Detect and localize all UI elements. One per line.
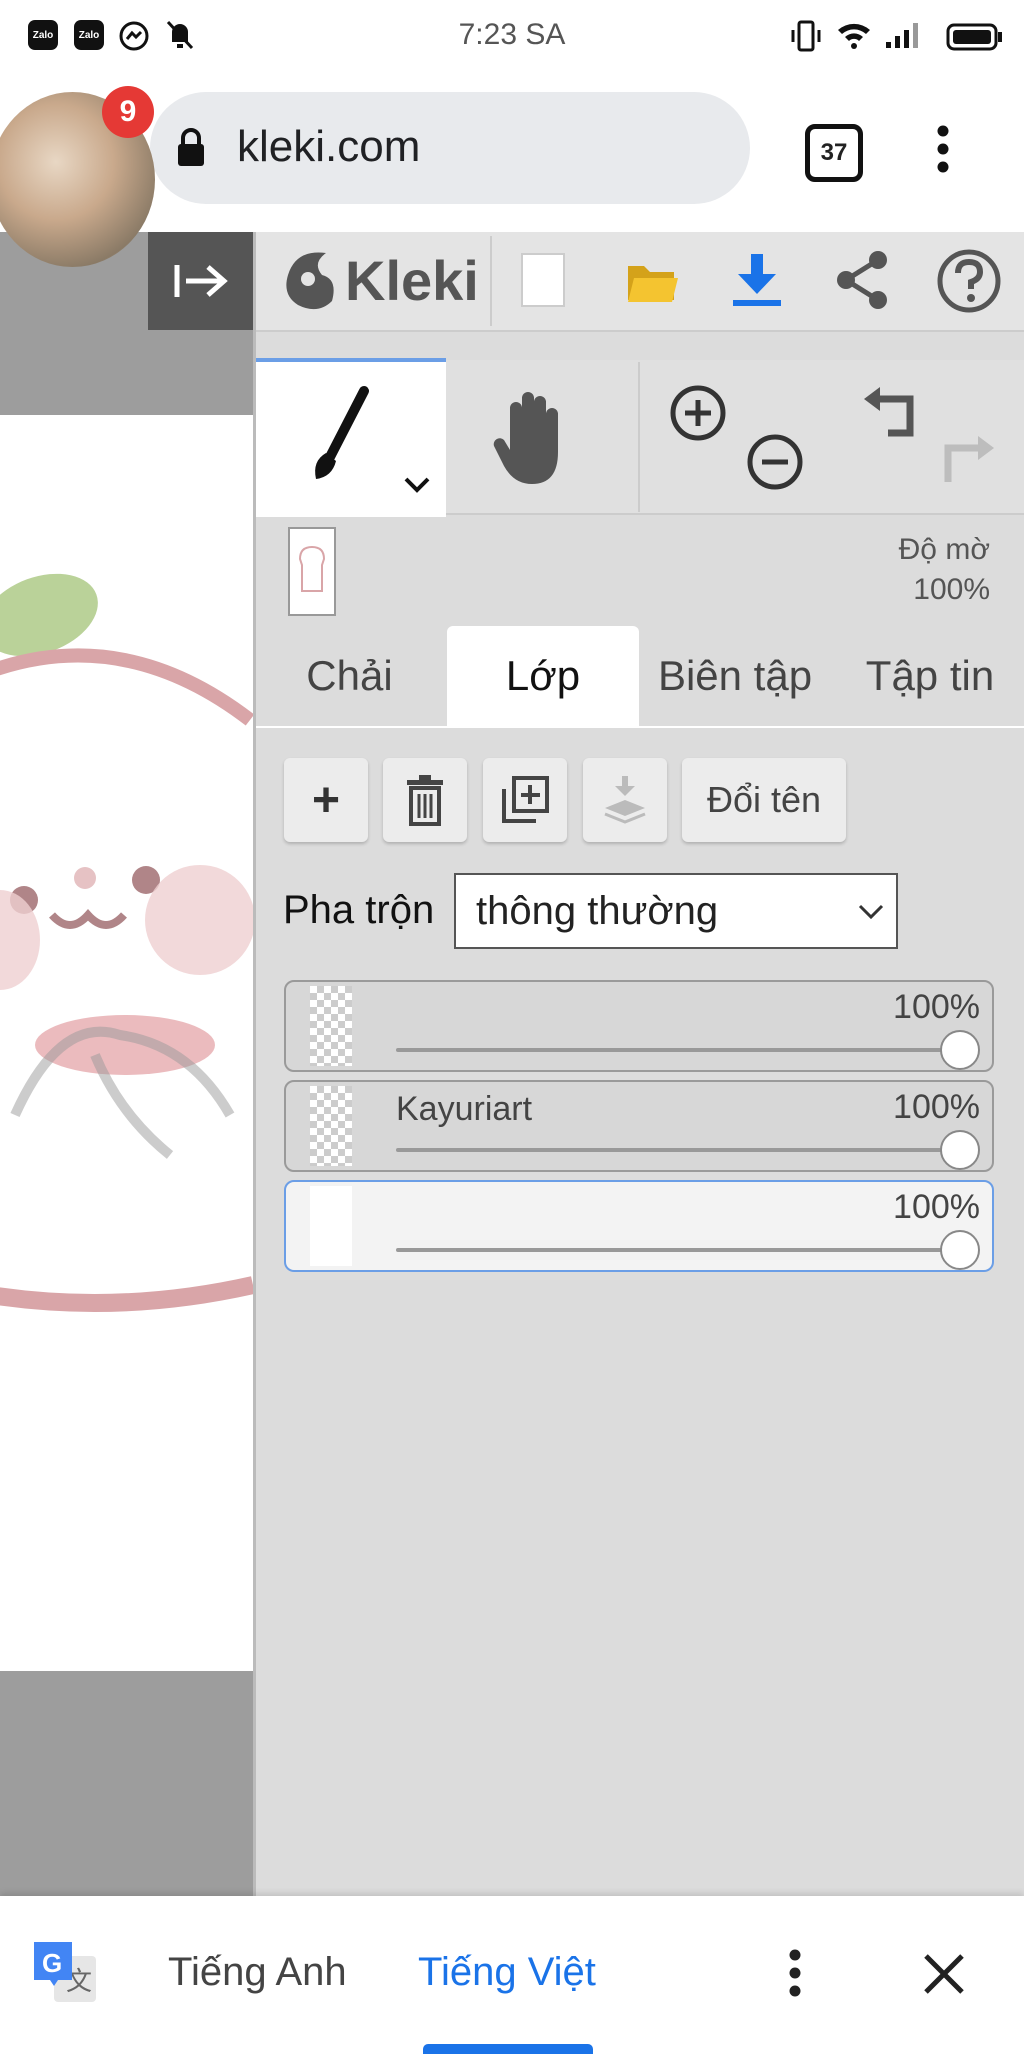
chevron-down-icon bbox=[858, 904, 884, 920]
rename-layer-button[interactable]: Đổi tên bbox=[682, 758, 846, 842]
svg-text:G: G bbox=[42, 1948, 62, 1978]
tool-divider bbox=[638, 362, 640, 512]
signal-icon bbox=[884, 20, 924, 55]
layer-opacity-slider[interactable] bbox=[396, 1048, 958, 1052]
close-icon[interactable] bbox=[922, 1952, 966, 2001]
chevron-down-icon[interactable] bbox=[403, 475, 431, 500]
duplicate-layer-button[interactable] bbox=[483, 758, 567, 842]
redo-icon[interactable] bbox=[938, 432, 998, 493]
layer-opacity-value: 100% bbox=[893, 1188, 980, 1226]
selected-language-indicator bbox=[423, 2044, 593, 2054]
duplicate-icon bbox=[502, 776, 549, 823]
layer-opacity-slider[interactable] bbox=[396, 1148, 958, 1152]
undo-icon[interactable] bbox=[860, 383, 920, 444]
layer-opacity-slider-handle[interactable] bbox=[940, 1230, 980, 1270]
trash-icon bbox=[407, 775, 443, 826]
translate-more-icon[interactable] bbox=[788, 1948, 802, 2003]
kleki-logo-text: Kleki bbox=[345, 249, 479, 312]
new-file-icon[interactable] bbox=[520, 252, 566, 313]
opacity-label: Độ mờ 100% bbox=[860, 530, 990, 610]
tab-file[interactable]: Tập tin bbox=[840, 626, 1020, 726]
layer-row[interactable]: Kayuriart 100% bbox=[284, 1080, 994, 1172]
battery-icon bbox=[946, 22, 1004, 57]
layer-thumbnail bbox=[310, 1086, 352, 1166]
wifi-icon bbox=[836, 20, 872, 55]
tab-layers[interactable]: Lớp bbox=[447, 626, 639, 726]
help-icon[interactable] bbox=[936, 248, 1002, 319]
opacity-value: 100% bbox=[913, 573, 990, 606]
language-option-vietnamese[interactable]: Tiếng Việt bbox=[418, 1950, 596, 1995]
toolbar-divider bbox=[490, 236, 492, 326]
brush-icon[interactable] bbox=[300, 385, 380, 490]
layer-thumbnail bbox=[310, 986, 352, 1066]
opacity-label-text: Độ mờ bbox=[898, 533, 990, 566]
add-layer-button[interactable]: + bbox=[284, 758, 368, 842]
zoom-out-icon[interactable] bbox=[745, 432, 805, 497]
hand-icon[interactable] bbox=[492, 388, 580, 493]
blend-mode-label: Pha trộn bbox=[283, 888, 435, 932]
url-text[interactable]: kleki.com bbox=[237, 122, 420, 172]
kleki-logo-icon bbox=[278, 245, 344, 320]
status-bar: Zalo Zalo 7:23 SA bbox=[0, 0, 1024, 72]
open-folder-icon[interactable] bbox=[624, 254, 680, 311]
merge-down-button[interactable] bbox=[583, 758, 667, 842]
zoom-in-icon[interactable] bbox=[668, 383, 728, 448]
more-menu-icon[interactable] bbox=[936, 124, 950, 179]
vibrate-icon bbox=[790, 18, 822, 59]
notification-badge: 9 bbox=[102, 86, 154, 138]
layer-opacity-slider-handle[interactable] bbox=[940, 1030, 980, 1070]
layer-name: Kayuriart bbox=[396, 1090, 533, 1128]
google-translate-icon[interactable]: 文G bbox=[32, 1940, 100, 2011]
layer-opacity-value: 100% bbox=[893, 1088, 980, 1126]
layer-thumbnail bbox=[310, 1186, 352, 1266]
layer-opacity-slider-handle[interactable] bbox=[940, 1130, 980, 1170]
download-icon[interactable] bbox=[730, 250, 784, 313]
tab-switcher-button[interactable]: 37 bbox=[805, 124, 863, 182]
tab-edit[interactable]: Biên tập bbox=[645, 626, 825, 726]
canvas-background-bottom bbox=[0, 1671, 253, 1896]
delete-layer-button[interactable] bbox=[383, 758, 467, 842]
share-icon[interactable] bbox=[832, 248, 892, 317]
drawing-canvas[interactable] bbox=[0, 415, 253, 1671]
layer-opacity-slider[interactable] bbox=[396, 1248, 958, 1252]
layer-preview bbox=[288, 527, 336, 616]
tab-underline bbox=[256, 726, 1024, 728]
tab-brush[interactable]: Chải bbox=[262, 626, 437, 726]
lock-icon bbox=[175, 126, 207, 173]
language-option-english[interactable]: Tiếng Anh bbox=[168, 1950, 347, 1995]
layer-opacity-value: 100% bbox=[893, 988, 980, 1026]
layer-row[interactable]: 100% bbox=[284, 1180, 994, 1272]
merge-down-icon bbox=[604, 776, 646, 824]
blend-mode-value: thông thường bbox=[476, 888, 719, 933]
collapse-panel-button[interactable] bbox=[148, 232, 253, 330]
layer-row[interactable]: 100% bbox=[284, 980, 994, 1072]
blend-mode-select[interactable]: thông thường bbox=[454, 873, 898, 949]
